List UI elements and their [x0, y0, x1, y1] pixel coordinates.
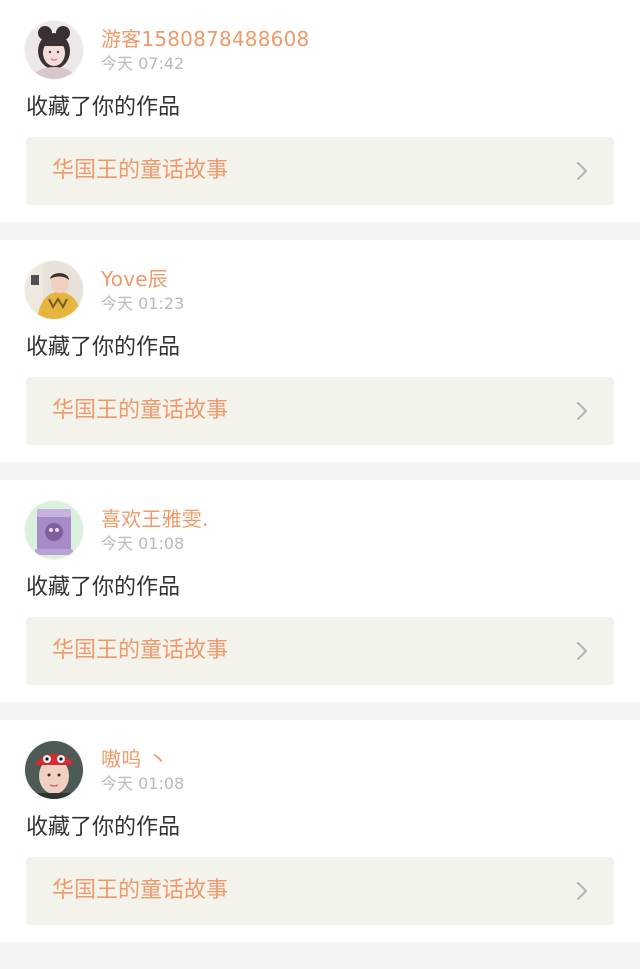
avatar-yellow-jacket-icon[interactable]: [25, 261, 83, 319]
chevron-right-icon: [577, 642, 587, 660]
username[interactable]: 游客1580878488608: [101, 26, 309, 52]
action-text: 收藏了你的作品: [26, 335, 181, 360]
timestamp: 今天 01:08: [101, 773, 185, 793]
work-title: 华国王的童话故事: [52, 878, 229, 903]
notification-card: 游客1580878488608 今天 07:42 收藏了你的作品 华国王的童话故…: [0, 0, 640, 222]
chevron-right-icon: [577, 882, 587, 900]
notification-card: 嗷呜 丶 今天 01:08 收藏了你的作品 华国王的童话故事: [0, 720, 640, 942]
action-text: 收藏了你的作品: [26, 95, 181, 120]
username[interactable]: 嗷呜 丶: [101, 746, 184, 772]
username[interactable]: 喜欢王雅雯.: [101, 506, 209, 532]
notification-card: Yove辰 今天 01:23 收藏了你的作品 华国王的童话故事: [0, 240, 640, 462]
avatar-girl-icon[interactable]: [25, 21, 83, 79]
action-text: 收藏了你的作品: [26, 815, 181, 840]
chevron-right-icon: [577, 402, 587, 420]
notification-header: 游客1580878488608 今天 07:42: [25, 20, 309, 80]
avatar-purple-drink-icon[interactable]: [25, 501, 83, 559]
user-meta: 嗷呜 丶 今天 01:08: [101, 746, 184, 795]
work-link[interactable]: 华国王的童话故事: [26, 617, 614, 685]
notification-header: Yove辰 今天 01:23: [25, 260, 184, 320]
timestamp: 今天 01:08: [101, 533, 185, 553]
timestamp: 今天 01:23: [101, 293, 185, 313]
username[interactable]: Yove辰: [101, 266, 184, 292]
notification-card: 喜欢王雅雯. 今天 01:08 收藏了你的作品 华国王的童话故事: [0, 480, 640, 702]
action-text: 收藏了你的作品: [26, 575, 181, 600]
notification-header: 喜欢王雅雯. 今天 01:08: [25, 500, 209, 560]
work-link[interactable]: 华国王的童话故事: [26, 137, 614, 205]
work-title: 华国王的童话故事: [52, 158, 229, 183]
work-link[interactable]: 华国王的童话故事: [26, 857, 614, 925]
avatar-red-hat-icon[interactable]: [25, 741, 83, 799]
timestamp: 今天 07:42: [101, 53, 185, 73]
user-meta: 喜欢王雅雯. 今天 01:08: [101, 506, 209, 555]
notification-feed: 游客1580878488608 今天 07:42 收藏了你的作品 华国王的童话故…: [0, 0, 640, 942]
work-title: 华国王的童话故事: [52, 638, 229, 663]
work-title: 华国王的童话故事: [52, 398, 229, 423]
notification-header: 嗷呜 丶 今天 01:08: [25, 740, 184, 800]
user-meta: Yove辰 今天 01:23: [101, 266, 184, 315]
user-meta: 游客1580878488608 今天 07:42: [101, 26, 309, 75]
work-link[interactable]: 华国王的童话故事: [26, 377, 614, 445]
chevron-right-icon: [577, 162, 587, 180]
